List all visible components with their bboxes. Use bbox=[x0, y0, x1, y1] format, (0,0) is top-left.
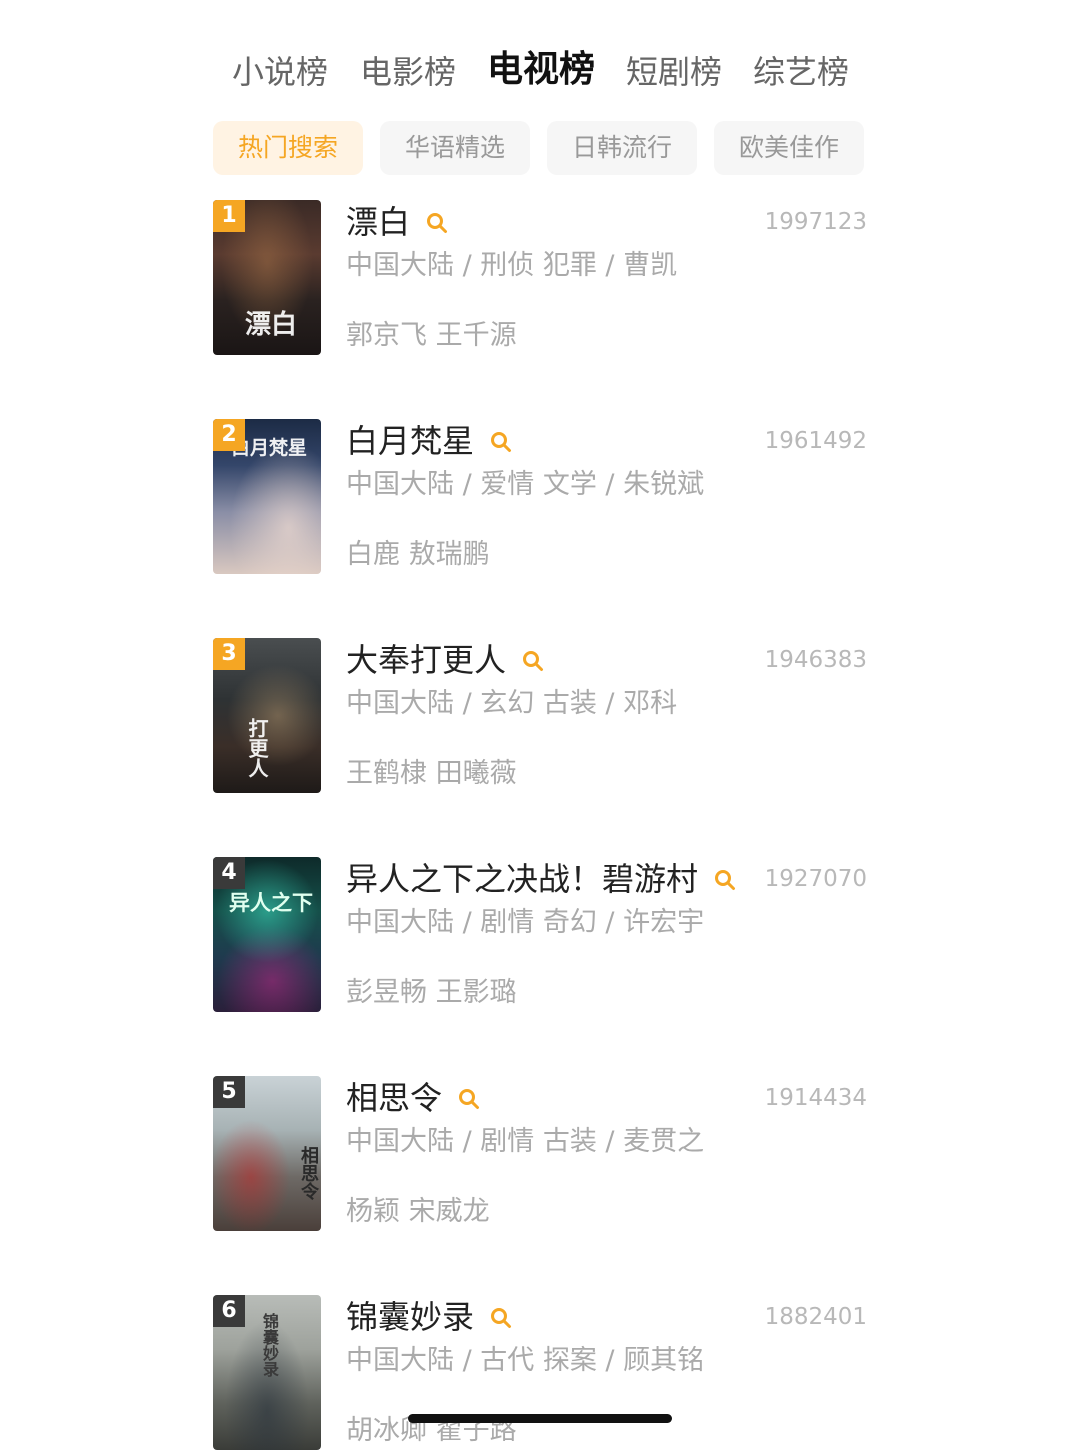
search-icon[interactable] bbox=[490, 431, 512, 453]
poster-title-art: 异人之下 bbox=[229, 890, 313, 915]
search-icon[interactable] bbox=[426, 212, 448, 234]
tab-movie[interactable]: 电影榜 bbox=[360, 46, 456, 98]
subtab-chinese-picks[interactable]: 华语精选 bbox=[380, 121, 530, 175]
show-info: 中国大陆 / 古代 探案 / 顾其铭 bbox=[346, 1345, 705, 1376]
poster-image[interactable]: 异人之下 4 bbox=[213, 857, 321, 1012]
heat-score: 1914434 bbox=[764, 1085, 867, 1111]
title-line: 锦囊妙录 bbox=[346, 1295, 512, 1339]
title-line: 异人之下之决战！碧游村 bbox=[346, 857, 736, 901]
heat-score: 1946383 bbox=[764, 647, 867, 673]
list-item[interactable]: 异人之下 4 异人之下之决战！碧游村 中国大陆 / 剧情 奇幻 / 许宏宇 彭昱… bbox=[0, 857, 1080, 1017]
show-info: 中国大陆 / 玄幻 古装 / 邓科 bbox=[346, 688, 678, 719]
poster-title-art: 漂白 bbox=[245, 310, 298, 340]
show-cast: 彭昱畅 王影璐 bbox=[346, 977, 517, 1008]
show-info: 中国大陆 / 剧情 古装 / 麦贯之 bbox=[346, 1126, 705, 1157]
show-title[interactable]: 大奉打更人 bbox=[346, 638, 506, 682]
show-cast: 郭京飞 王千源 bbox=[346, 320, 517, 351]
show-title[interactable]: 相思令 bbox=[346, 1076, 442, 1120]
top-category-tabs: 小说榜 电影榜 电视榜 短剧榜 综艺榜 bbox=[0, 46, 1080, 102]
show-cast: 杨颖 宋威龙 bbox=[346, 1196, 490, 1227]
show-cast: 王鹤棣 田曦薇 bbox=[346, 758, 517, 789]
heat-score: 1882401 bbox=[764, 1304, 867, 1330]
heat-score: 1927070 bbox=[764, 866, 867, 892]
subtab-jp-kr-trending[interactable]: 日韩流行 bbox=[547, 121, 697, 175]
poster-title-art: 相思令 bbox=[298, 1146, 319, 1200]
search-icon[interactable] bbox=[490, 1307, 512, 1329]
search-icon[interactable] bbox=[522, 650, 544, 672]
tab-variety[interactable]: 综艺榜 bbox=[753, 46, 849, 98]
poster-title-art: 打更人 bbox=[245, 718, 269, 778]
home-indicator[interactable] bbox=[408, 1414, 672, 1423]
rank-badge: 1 bbox=[213, 200, 245, 232]
poster-image[interactable]: 相思令 5 bbox=[213, 1076, 321, 1231]
show-title[interactable]: 白月梵星 bbox=[346, 419, 474, 463]
subtab-hot-search[interactable]: 热门搜索 bbox=[213, 121, 363, 175]
rank-badge: 4 bbox=[213, 857, 245, 889]
search-icon[interactable] bbox=[458, 1088, 480, 1110]
rank-badge: 5 bbox=[213, 1076, 245, 1108]
poster-title-art: 锦囊妙录 bbox=[260, 1313, 279, 1377]
heat-score: 1997123 bbox=[764, 209, 867, 235]
list-item[interactable]: 相思令 5 相思令 中国大陆 / 剧情 古装 / 麦贯之 杨颖 宋威龙 1914… bbox=[0, 1076, 1080, 1236]
rank-badge: 3 bbox=[213, 638, 245, 670]
show-title[interactable]: 漂白 bbox=[346, 200, 410, 244]
poster-image[interactable]: 锦囊妙录 6 bbox=[213, 1295, 321, 1450]
heat-score: 1961492 bbox=[764, 428, 867, 454]
tab-short-drama[interactable]: 短剧榜 bbox=[626, 46, 722, 98]
title-line: 大奉打更人 bbox=[346, 638, 544, 682]
tab-novel[interactable]: 小说榜 bbox=[232, 46, 328, 98]
subtab-western-classics[interactable]: 欧美佳作 bbox=[714, 121, 864, 175]
tab-tv[interactable]: 电视榜 bbox=[487, 44, 595, 96]
list-item[interactable]: 打更人 3 大奉打更人 中国大陆 / 玄幻 古装 / 邓科 王鹤棣 田曦薇 19… bbox=[0, 638, 1080, 798]
show-info: 中国大陆 / 爱情 文学 / 朱锐斌 bbox=[346, 469, 705, 500]
list-item[interactable]: 锦囊妙录 6 锦囊妙录 中国大陆 / 古代 探案 / 顾其铭 胡冰卿 翟子路 1… bbox=[0, 1295, 1080, 1455]
title-line: 相思令 bbox=[346, 1076, 480, 1120]
rank-badge: 6 bbox=[213, 1295, 245, 1327]
show-info: 中国大陆 / 剧情 奇幻 / 许宏宇 bbox=[346, 907, 705, 938]
list-item[interactable]: 白月梵星 2 白月梵星 中国大陆 / 爱情 文学 / 朱锐斌 白鹿 敖瑞鹏 19… bbox=[0, 419, 1080, 579]
title-line: 白月梵星 bbox=[346, 419, 512, 463]
show-title[interactable]: 异人之下之决战！碧游村 bbox=[346, 857, 698, 901]
title-line: 漂白 bbox=[346, 200, 448, 244]
poster-image[interactable]: 漂白 1 bbox=[213, 200, 321, 355]
poster-image[interactable]: 打更人 3 bbox=[213, 638, 321, 793]
list-item[interactable]: 漂白 1 漂白 中国大陆 / 刑侦 犯罪 / 曹凯 郭京飞 王千源 199712… bbox=[0, 200, 1080, 360]
search-icon[interactable] bbox=[714, 869, 736, 891]
show-cast: 白鹿 敖瑞鹏 bbox=[346, 539, 490, 570]
rank-badge: 2 bbox=[213, 419, 245, 451]
show-info: 中国大陆 / 刑侦 犯罪 / 曹凯 bbox=[346, 250, 678, 281]
show-title[interactable]: 锦囊妙录 bbox=[346, 1295, 474, 1339]
poster-image[interactable]: 白月梵星 2 bbox=[213, 419, 321, 574]
